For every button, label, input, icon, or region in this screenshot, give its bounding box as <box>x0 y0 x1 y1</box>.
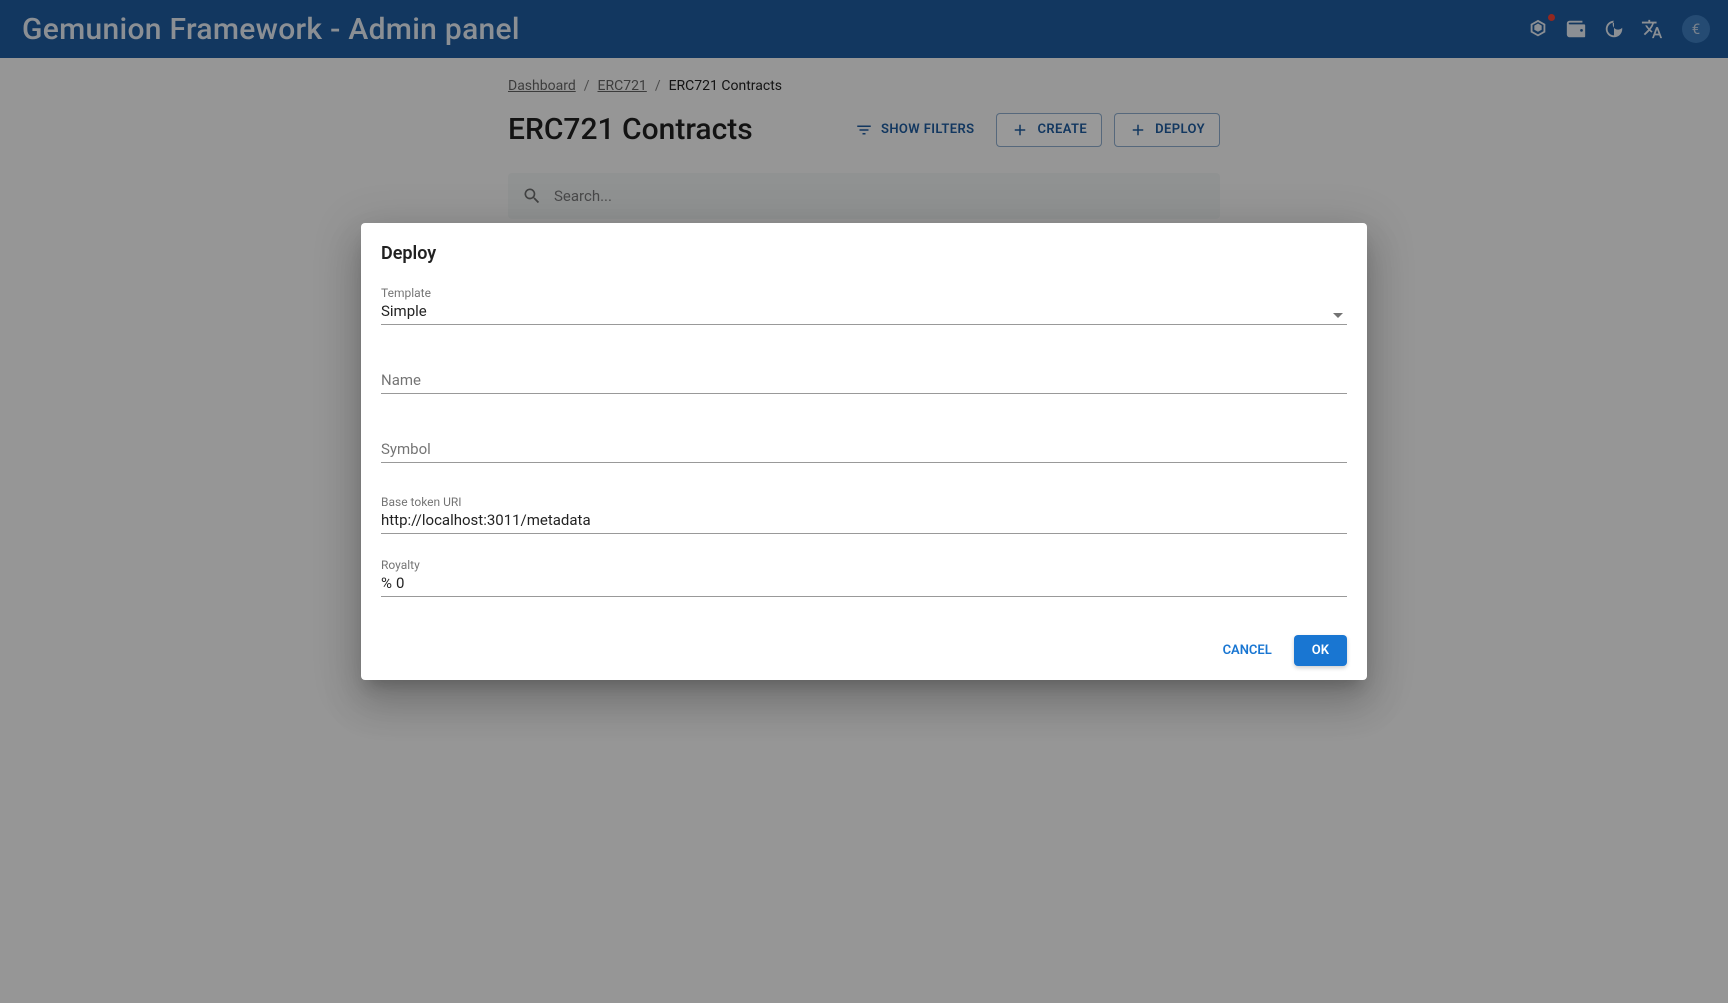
template-field[interactable]: Template Simple <box>381 284 1347 325</box>
ok-button[interactable]: OK <box>1294 635 1347 666</box>
dialog-title: Deploy <box>381 243 1347 264</box>
royalty-field[interactable]: Royalty % 0 <box>381 556 1347 597</box>
royalty-label: Royalty <box>381 558 1347 572</box>
cancel-button[interactable]: Cancel <box>1209 635 1286 666</box>
name-field[interactable]: Name <box>381 355 1347 394</box>
name-label: Name <box>381 371 1347 393</box>
royalty-value: 0 <box>396 574 404 592</box>
template-value: Simple <box>381 302 1347 324</box>
deploy-dialog: Deploy Template Simple Name Symbol Base … <box>361 223 1367 680</box>
template-label: Template <box>381 286 1347 300</box>
chevron-down-icon <box>1333 313 1343 318</box>
symbol-label: Symbol <box>381 440 1347 462</box>
base-uri-value: http://localhost:3011/metadata <box>381 511 1347 533</box>
base-uri-field[interactable]: Base token URI http://localhost:3011/met… <box>381 493 1347 534</box>
dialog-actions: Cancel OK <box>381 635 1347 666</box>
base-uri-label: Base token URI <box>381 495 1347 509</box>
symbol-field[interactable]: Symbol <box>381 424 1347 463</box>
royalty-prefix: % <box>381 574 392 592</box>
